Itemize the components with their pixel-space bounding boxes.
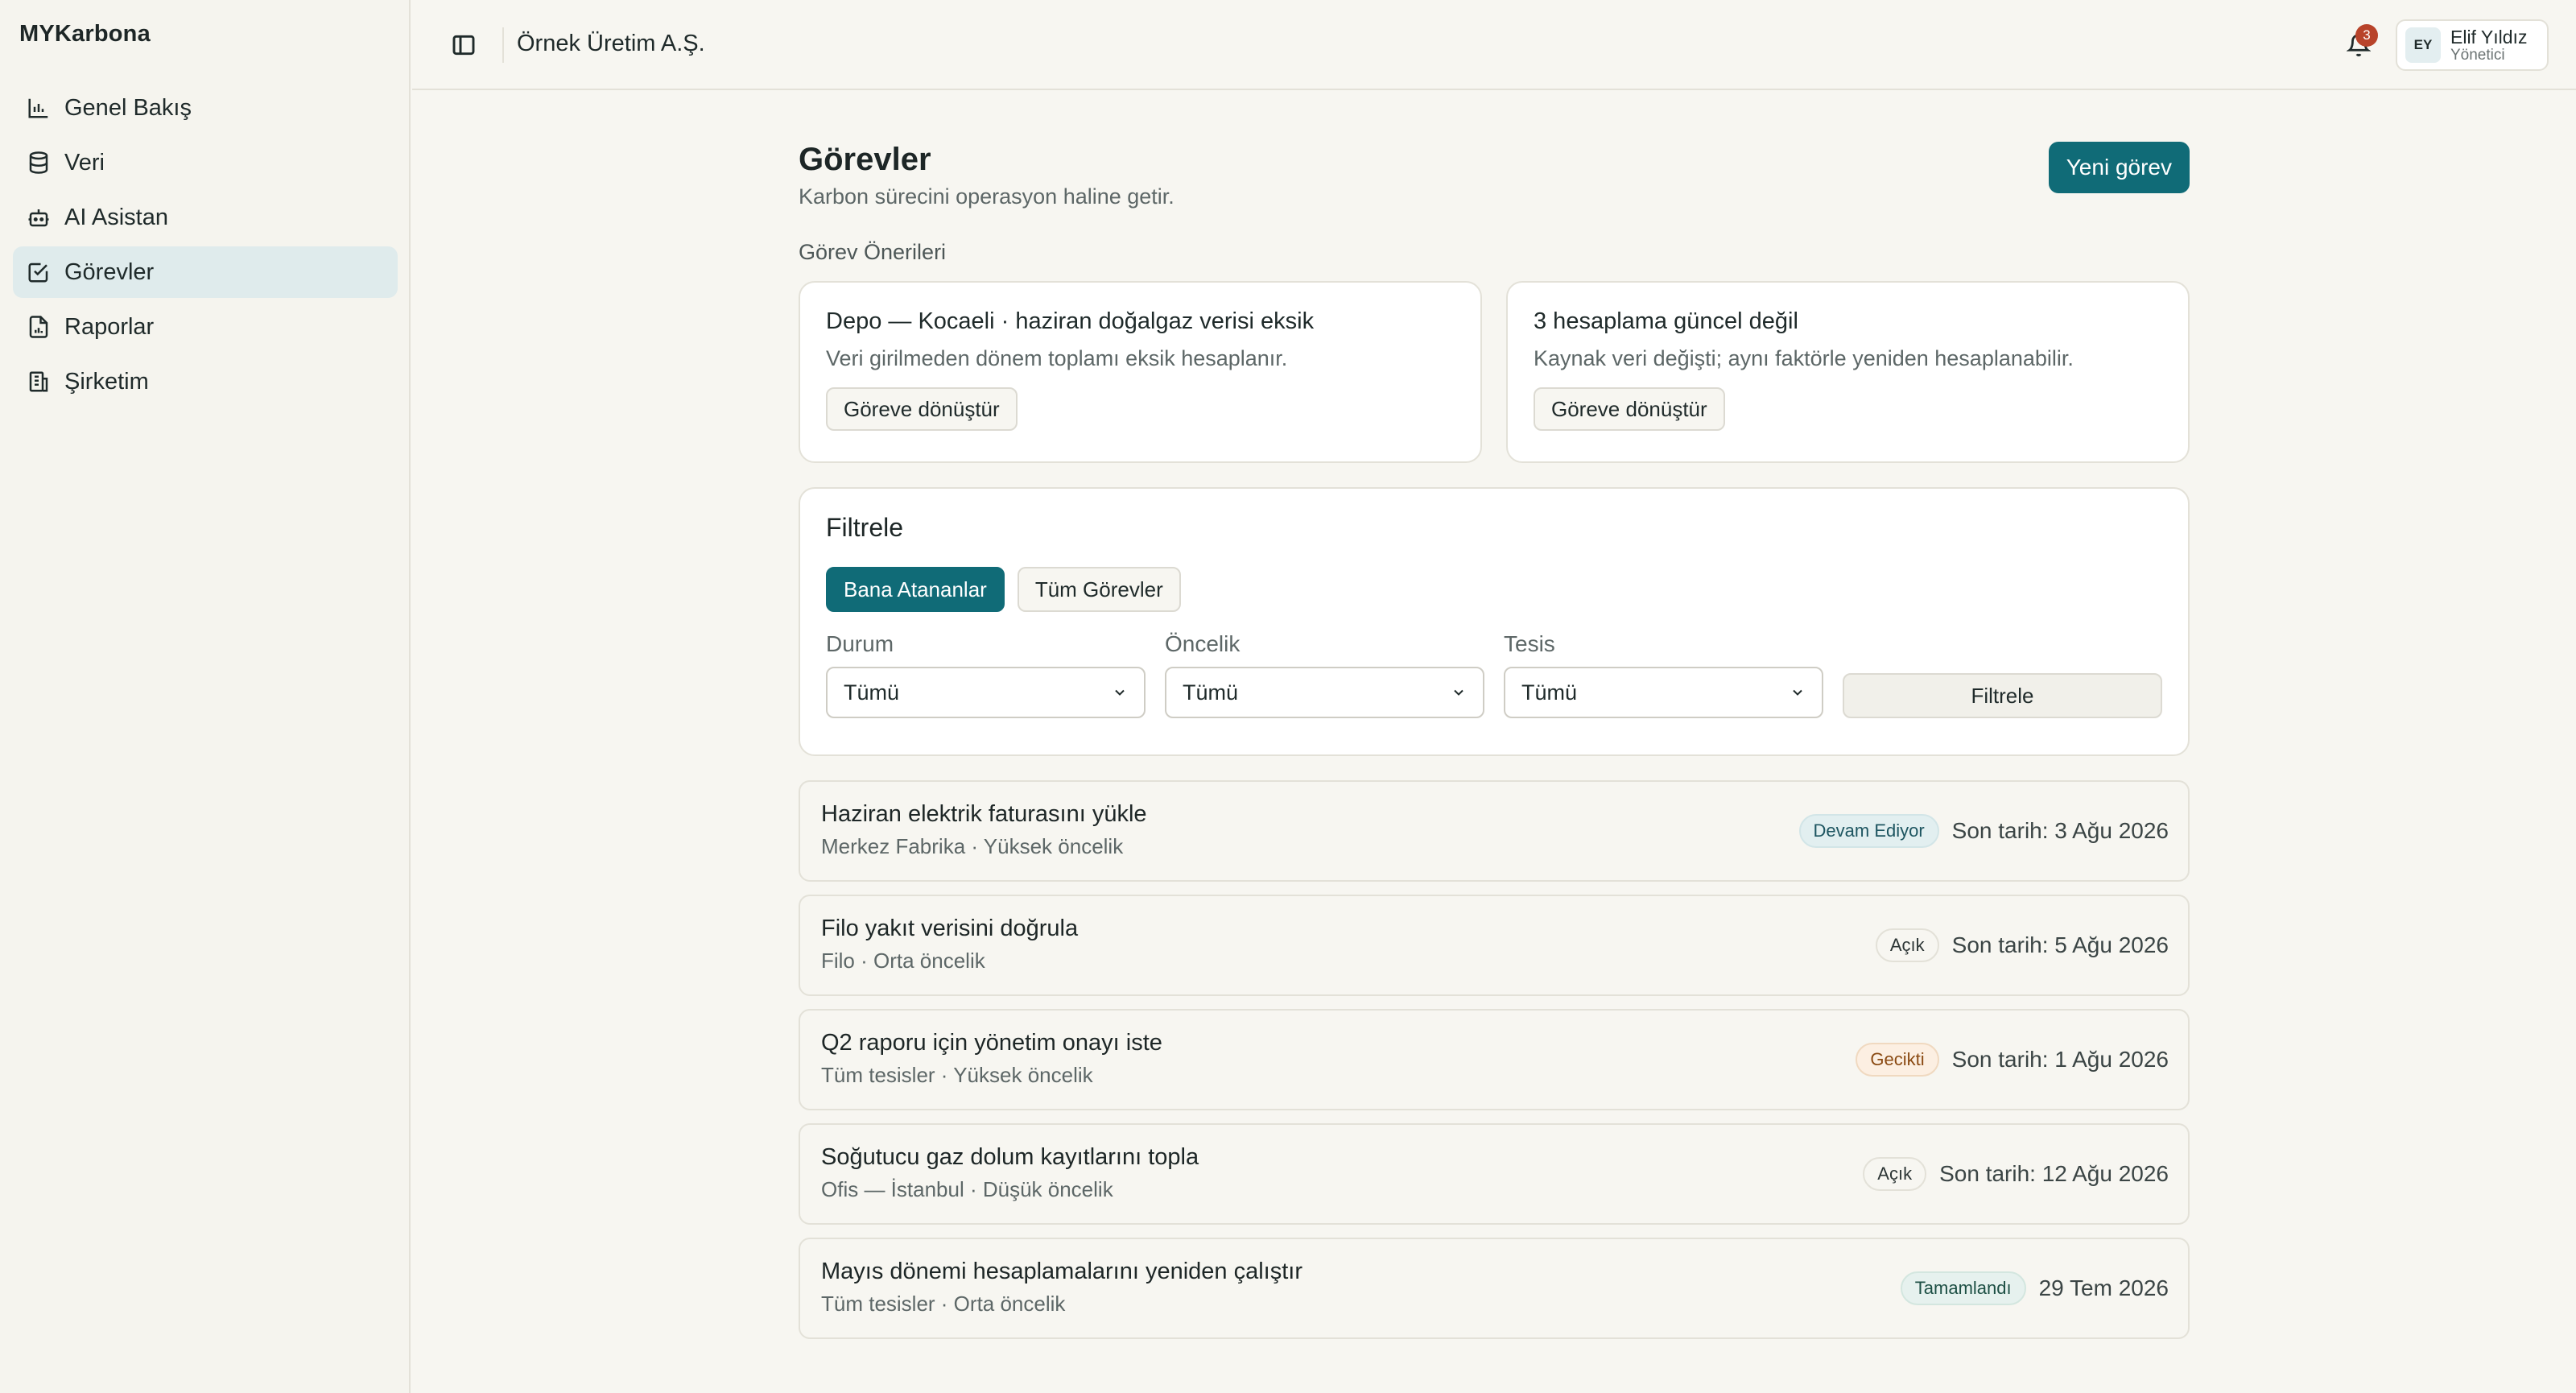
sidebar-item-label: AI Asistan xyxy=(64,204,168,230)
task-row[interactable]: Mayıs dönemi hesaplamalarını yeniden çal… xyxy=(799,1238,2190,1339)
sidebar-item-label: Genel Bakış xyxy=(64,94,192,121)
user-role: Yönetici xyxy=(2450,47,2505,64)
status-select[interactable]: Tümü xyxy=(826,667,1146,718)
user-name: Elif Yıldız xyxy=(2450,27,2528,48)
sidebar-item-label: Raporlar xyxy=(64,313,155,340)
page-subtitle: Karbon sürecini operasyon haline getir. xyxy=(799,184,1174,209)
chevron-down-icon xyxy=(1115,689,1125,696)
apply-filter-button[interactable]: Filtrele xyxy=(1843,673,2162,718)
convert-to-task-button[interactable]: Göreve dönüştür xyxy=(1534,387,1725,431)
page-title: Görevler xyxy=(799,142,931,177)
assignment-toggle: Bana Atananlar Tüm Görevler xyxy=(826,567,2162,612)
priority-value: Tümü xyxy=(1183,680,1239,705)
chevron-down-icon xyxy=(1454,689,1463,696)
convert-to-task-button[interactable]: Göreve dönüştür xyxy=(826,387,1018,431)
status-value: Tümü xyxy=(844,680,900,705)
filter-panel: Filtrele Bana Atananlar Tüm Görevler Dur… xyxy=(799,487,2190,756)
sidebar-item-veri[interactable]: Veri xyxy=(13,137,398,188)
facility-label: Tesis xyxy=(1504,631,1555,656)
priority-filter: Öncelik Tümü xyxy=(1165,631,1484,718)
status-badge: Gecikti xyxy=(1856,1043,1939,1077)
top-bar: Örnek Üretim A.Ş. 3 EY Elif Yıldız Yönet… xyxy=(412,0,2576,90)
new-task-button[interactable]: Yeni görev xyxy=(2048,142,2190,193)
task-row[interactable]: Soğutucu gaz dolum kayıtlarını topla Ofi… xyxy=(799,1123,2190,1225)
sidebar-item-genel-bakis[interactable]: Genel Bakış xyxy=(13,82,398,134)
priority-label: Öncelik xyxy=(1165,631,1241,656)
suggestion-description: Veri girilmeden dönem toplamı eksik hesa… xyxy=(826,346,1288,370)
user-menu[interactable]: EY Elif Yıldız Yönetici xyxy=(2396,19,2549,71)
status-filter: Durum Tümü xyxy=(826,631,1146,718)
sidebar: MYKarbona Genel Bakış Veri AI Asistan Gö… xyxy=(0,0,411,1393)
database-icon xyxy=(26,150,52,176)
due-date: Son tarih: 5 Ağu 2026 xyxy=(1951,932,2169,957)
suggestion-title: 3 hesaplama güncel değil xyxy=(1534,308,1798,334)
due-date: Son tarih: 3 Ağu 2026 xyxy=(1951,818,2169,843)
tab-assigned-to-me[interactable]: Bana Atananlar xyxy=(826,567,1005,612)
task-row[interactable]: Filo yakıt verisini doğrula Filo · Orta … xyxy=(799,895,2190,996)
suggestion-description: Kaynak veri değişti; aynı faktörle yenid… xyxy=(1534,346,2074,370)
suggestion-card: Depo — Kocaeli · haziran doğalgaz verisi… xyxy=(799,281,1482,463)
task-list: Haziran elektrik faturasını yükle Merkez… xyxy=(799,780,2190,1339)
sidebar-item-sirketim[interactable]: Şirketim xyxy=(13,356,398,407)
notification-count-badge: 3 xyxy=(2355,24,2378,47)
sidebar-item-label: Görevler xyxy=(64,258,155,285)
due-date: Son tarih: 1 Ağu 2026 xyxy=(1951,1047,2169,1072)
sidebar-toggle-button[interactable] xyxy=(448,29,480,61)
chevron-down-icon xyxy=(1793,689,1802,696)
main-content: Görevler Karbon sürecini operasyon halin… xyxy=(799,142,2190,1352)
bar-chart-icon xyxy=(26,95,52,121)
suggestion-title: Depo — Kocaeli · haziran doğalgaz verisi… xyxy=(826,308,1315,334)
company-name[interactable]: Örnek Üretim A.Ş. xyxy=(517,31,705,57)
report-icon xyxy=(26,314,52,340)
status-badge: Açık xyxy=(1863,1157,1927,1191)
checkbox-icon xyxy=(26,259,52,285)
facility-select[interactable]: Tümü xyxy=(1504,667,1823,718)
suggestions-list: Depo — Kocaeli · haziran doğalgaz verisi… xyxy=(799,281,2190,463)
status-badge: Devam Ediyor xyxy=(1798,814,1939,848)
status-label: Durum xyxy=(826,631,894,656)
due-date: 29 Tem 2026 xyxy=(2038,1275,2169,1300)
building-icon xyxy=(26,369,52,395)
brand-logo[interactable]: MYKarbona xyxy=(19,21,151,48)
status-badge: Tamamlandı xyxy=(1900,1271,2026,1305)
facility-filter: Tesis Tümü xyxy=(1504,631,1823,718)
sidebar-item-label: Şirketim xyxy=(64,368,149,395)
filter-title: Filtrele xyxy=(826,513,904,542)
sidebar-item-ai-asistan[interactable]: AI Asistan xyxy=(13,192,398,243)
sidebar-item-raporlar[interactable]: Raporlar xyxy=(13,301,398,353)
status-badge: Açık xyxy=(1875,928,1939,962)
panel-left-icon xyxy=(452,35,475,56)
divider xyxy=(502,27,504,63)
priority-select[interactable]: Tümü xyxy=(1165,667,1484,718)
tab-all-tasks[interactable]: Tüm Görevler xyxy=(1017,567,1181,612)
sidebar-item-label: Veri xyxy=(64,149,105,176)
sidebar-nav: Genel Bakış Veri AI Asistan Görevler Rap… xyxy=(13,82,398,411)
sidebar-item-gorevler[interactable]: Görevler xyxy=(13,246,398,298)
suggestion-card: 3 hesaplama güncel değil Kaynak veri değ… xyxy=(1506,281,2190,463)
facility-value: Tümü xyxy=(1521,680,1578,705)
notifications-button[interactable]: 3 xyxy=(2343,24,2378,61)
suggestions-heading: Görev Önerileri xyxy=(799,240,947,264)
due-date: Son tarih: 12 Ağu 2026 xyxy=(1939,1161,2169,1186)
robot-icon xyxy=(26,205,52,230)
avatar: EY xyxy=(2405,27,2441,63)
task-row[interactable]: Q2 raporu için yönetim onayı iste Tüm te… xyxy=(799,1009,2190,1110)
task-row[interactable]: Haziran elektrik faturasını yükle Merkez… xyxy=(799,780,2190,882)
